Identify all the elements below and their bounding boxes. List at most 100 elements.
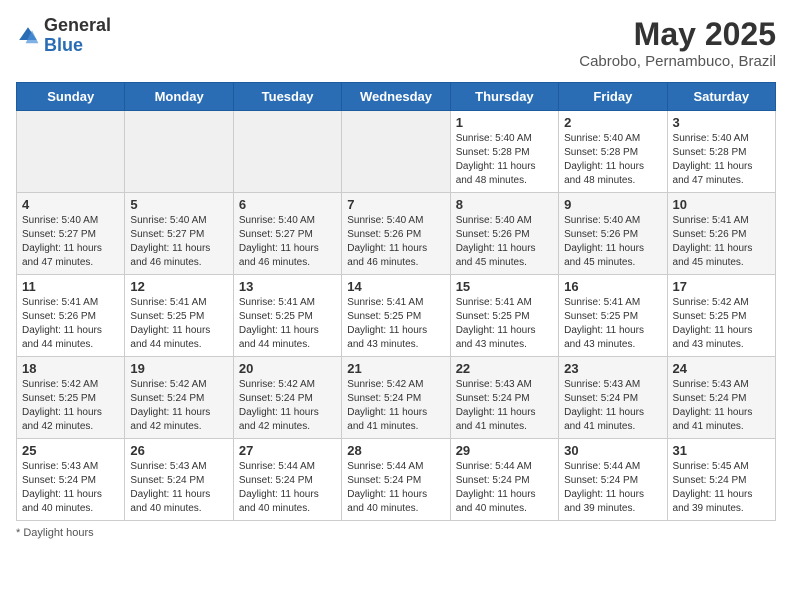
calendar-cell: 2 Sunrise: 5:40 AM Sunset: 5:28 PM Daylig… — [559, 111, 667, 193]
day-number: 1 — [456, 115, 553, 130]
day-number: 21 — [347, 361, 444, 376]
calendar-cell: 14 Sunrise: 5:41 AM Sunset: 5:25 PM Dayli… — [342, 275, 450, 357]
calendar-cell: 31Sunrise: 5:45 AM Sunset: 5:24 PM Dayli… — [667, 439, 775, 521]
location: Cabrobo, Pernambuco, Brazil — [579, 53, 776, 70]
day-number: 30 — [564, 443, 661, 458]
day-number: 18 — [22, 361, 119, 376]
calendar-cell: 19 Sunrise: 5:42 AM Sunset: 5:24 PM Dayli… — [125, 357, 233, 439]
calendar-cell — [342, 111, 450, 193]
day-number: 26 — [130, 443, 227, 458]
calendar-week-row: 1 Sunrise: 5:40 AM Sunset: 5:28 PM Daylig… — [17, 111, 776, 193]
day-detail: Sunrise: 5:44 AM Sunset: 5:24 PM Dayligh… — [564, 460, 661, 516]
day-detail: Sunrise: 5:40 AM Sunset: 5:27 PM Dayligh… — [130, 214, 227, 270]
logo-blue: Blue — [44, 36, 111, 56]
calendar-cell: 22 Sunrise: 5:43 AM Sunset: 5:24 PM Dayli… — [450, 357, 558, 439]
day-number: 29 — [456, 443, 553, 458]
calendar-cell: 5Sunrise: 5:40 AM Sunset: 5:27 PM Daylig… — [125, 193, 233, 275]
calendar-cell: 25Sunrise: 5:43 AM Sunset: 5:24 PM Dayli… — [17, 439, 125, 521]
day-of-week-header: Sunday — [17, 83, 125, 111]
day-detail: Sunrise: 5:43 AM Sunset: 5:24 PM Dayligh… — [564, 378, 661, 434]
day-number: 8 — [456, 197, 553, 212]
day-detail: Sunrise: 5:41 AM Sunset: 5:25 PM Dayligh… — [347, 296, 444, 352]
day-number: 19 — [130, 361, 227, 376]
day-of-week-header: Tuesday — [233, 83, 341, 111]
calendar-cell: 4 Sunrise: 5:40 AM Sunset: 5:27 PM Daylig… — [17, 193, 125, 275]
day-number: 22 — [456, 361, 553, 376]
calendar-cell: 29Sunrise: 5:44 AM Sunset: 5:24 PM Dayli… — [450, 439, 558, 521]
day-number: 17 — [673, 279, 770, 294]
footer-note: * Daylight hours — [16, 527, 776, 539]
calendar-cell: 20Sunrise: 5:42 AM Sunset: 5:24 PM Dayli… — [233, 357, 341, 439]
day-detail: Sunrise: 5:42 AM Sunset: 5:24 PM Dayligh… — [347, 378, 444, 434]
day-detail: Sunrise: 5:41 AM Sunset: 5:25 PM Dayligh… — [564, 296, 661, 352]
calendar-cell — [17, 111, 125, 193]
day-number: 15 — [456, 279, 553, 294]
calendar-cell: 28Sunrise: 5:44 AM Sunset: 5:24 PM Dayli… — [342, 439, 450, 521]
day-detail: Sunrise: 5:41 AM Sunset: 5:26 PM Dayligh… — [673, 214, 770, 270]
calendar-cell: 11Sunrise: 5:41 AM Sunset: 5:26 PM Dayli… — [17, 275, 125, 357]
day-detail: Sunrise: 5:41 AM Sunset: 5:26 PM Dayligh… — [22, 296, 119, 352]
calendar-cell: 8 Sunrise: 5:40 AM Sunset: 5:26 PM Daylig… — [450, 193, 558, 275]
day-detail: Sunrise: 5:41 AM Sunset: 5:25 PM Dayligh… — [130, 296, 227, 352]
day-number: 9 — [564, 197, 661, 212]
day-number: 14 — [347, 279, 444, 294]
day-detail: Sunrise: 5:44 AM Sunset: 5:24 PM Dayligh… — [239, 460, 336, 516]
day-number: 4 — [22, 197, 119, 212]
day-detail: Sunrise: 5:40 AM Sunset: 5:27 PM Dayligh… — [239, 214, 336, 270]
logo: General Blue — [16, 16, 111, 56]
day-number: 2 — [564, 115, 661, 130]
day-number: 3 — [673, 115, 770, 130]
day-detail: Sunrise: 5:40 AM Sunset: 5:26 PM Dayligh… — [456, 214, 553, 270]
day-detail: Sunrise: 5:45 AM Sunset: 5:24 PM Dayligh… — [673, 460, 770, 516]
day-detail: Sunrise: 5:41 AM Sunset: 5:25 PM Dayligh… — [456, 296, 553, 352]
calendar-cell: 21 Sunrise: 5:42 AM Sunset: 5:24 PM Dayli… — [342, 357, 450, 439]
day-detail: Sunrise: 5:41 AM Sunset: 5:25 PM Dayligh… — [239, 296, 336, 352]
day-of-week-header: Saturday — [667, 83, 775, 111]
calendar-cell: 24 Sunrise: 5:43 AM Sunset: 5:24 PM Dayli… — [667, 357, 775, 439]
calendar-cell: 16 Sunrise: 5:41 AM Sunset: 5:25 PM Dayli… — [559, 275, 667, 357]
calendar-week-row: 4 Sunrise: 5:40 AM Sunset: 5:27 PM Daylig… — [17, 193, 776, 275]
day-number: 28 — [347, 443, 444, 458]
calendar-cell: 7 Sunrise: 5:40 AM Sunset: 5:26 PM Daylig… — [342, 193, 450, 275]
day-of-week-header: Thursday — [450, 83, 558, 111]
logo-text: General Blue — [44, 16, 111, 56]
day-detail: Sunrise: 5:42 AM Sunset: 5:25 PM Dayligh… — [673, 296, 770, 352]
calendar-cell: 23 Sunrise: 5:43 AM Sunset: 5:24 PM Dayli… — [559, 357, 667, 439]
day-number: 7 — [347, 197, 444, 212]
day-number: 25 — [22, 443, 119, 458]
logo-general: General — [44, 16, 111, 36]
day-number: 12 — [130, 279, 227, 294]
calendar-cell: 27 Sunrise: 5:44 AM Sunset: 5:24 PM Dayli… — [233, 439, 341, 521]
day-of-week-header: Friday — [559, 83, 667, 111]
day-number: 27 — [239, 443, 336, 458]
calendar-cell: 18 Sunrise: 5:42 AM Sunset: 5:25 PM Dayli… — [17, 357, 125, 439]
calendar-table: SundayMondayTuesdayWednesdayThursdayFrid… — [16, 82, 776, 521]
day-of-week-header: Monday — [125, 83, 233, 111]
calendar-cell: 17 Sunrise: 5:42 AM Sunset: 5:25 PM Dayli… — [667, 275, 775, 357]
calendar-cell: 3 Sunrise: 5:40 AM Sunset: 5:28 PM Daylig… — [667, 111, 775, 193]
calendar-week-row: 11Sunrise: 5:41 AM Sunset: 5:26 PM Dayli… — [17, 275, 776, 357]
calendar-cell: 6 Sunrise: 5:40 AM Sunset: 5:27 PM Daylig… — [233, 193, 341, 275]
day-detail: Sunrise: 5:43 AM Sunset: 5:24 PM Dayligh… — [673, 378, 770, 434]
day-detail: Sunrise: 5:40 AM Sunset: 5:26 PM Dayligh… — [347, 214, 444, 270]
day-number: 10 — [673, 197, 770, 212]
day-detail: Sunrise: 5:40 AM Sunset: 5:26 PM Dayligh… — [564, 214, 661, 270]
day-detail: Sunrise: 5:42 AM Sunset: 5:25 PM Dayligh… — [22, 378, 119, 434]
day-detail: Sunrise: 5:42 AM Sunset: 5:24 PM Dayligh… — [239, 378, 336, 434]
days-of-week-row: SundayMondayTuesdayWednesdayThursdayFrid… — [17, 83, 776, 111]
day-detail: Sunrise: 5:43 AM Sunset: 5:24 PM Dayligh… — [130, 460, 227, 516]
calendar-cell: 30 Sunrise: 5:44 AM Sunset: 5:24 PM Dayli… — [559, 439, 667, 521]
day-number: 6 — [239, 197, 336, 212]
day-detail: Sunrise: 5:42 AM Sunset: 5:24 PM Dayligh… — [130, 378, 227, 434]
day-detail: Sunrise: 5:40 AM Sunset: 5:27 PM Dayligh… — [22, 214, 119, 270]
title-block: May 2025 Cabrobo, Pernambuco, Brazil — [579, 16, 776, 70]
day-detail: Sunrise: 5:40 AM Sunset: 5:28 PM Dayligh… — [673, 132, 770, 188]
daylight-label: Daylight hours — [23, 527, 93, 539]
day-number: 24 — [673, 361, 770, 376]
day-number: 16 — [564, 279, 661, 294]
calendar-body: 1 Sunrise: 5:40 AM Sunset: 5:28 PM Daylig… — [17, 111, 776, 521]
calendar-cell: 13Sunrise: 5:41 AM Sunset: 5:25 PM Dayli… — [233, 275, 341, 357]
day-number: 23 — [564, 361, 661, 376]
day-detail: Sunrise: 5:40 AM Sunset: 5:28 PM Dayligh… — [564, 132, 661, 188]
day-detail: Sunrise: 5:43 AM Sunset: 5:24 PM Dayligh… — [456, 378, 553, 434]
